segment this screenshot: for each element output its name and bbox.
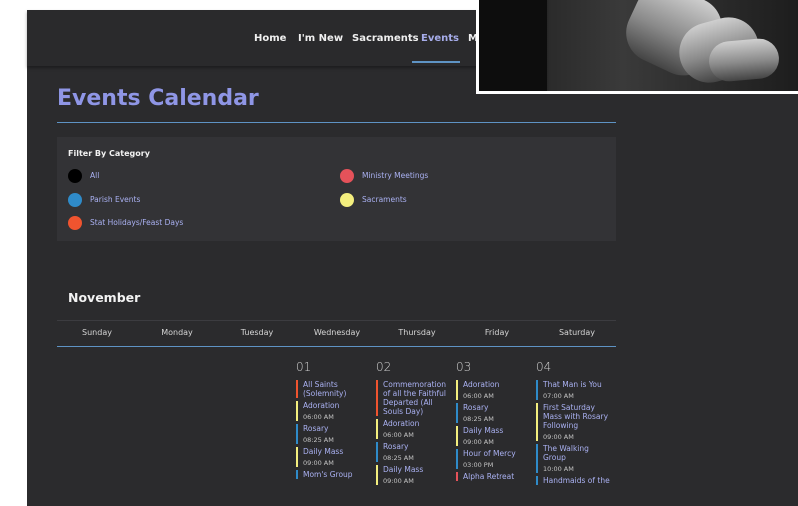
filter-label: Sacraments: [362, 195, 407, 204]
filter-color-dot: [340, 193, 354, 207]
event-title: That Man is You: [543, 380, 602, 389]
page-title: Events Calendar: [57, 86, 259, 111]
weekday-header-tuesday: Tuesday: [240, 328, 274, 337]
event-title: Daily Mass: [303, 447, 344, 456]
event-title: Rosary: [463, 403, 489, 412]
day-number: 03: [456, 360, 472, 374]
event-time: 09:00 AM: [463, 438, 494, 446]
filter-color-dot: [68, 169, 82, 183]
calendar-event[interactable]: All Saints (Solemnity): [296, 380, 372, 398]
event-time: 06:00 AM: [303, 413, 334, 421]
calendar-event[interactable]: Rosary 08:25 AM: [456, 403, 532, 423]
filter-color-dot: [68, 193, 82, 207]
photo-shadow: [479, 0, 547, 91]
calendar-event[interactable]: Rosary 08:25 AM: [376, 442, 452, 462]
event-time: 10:00 AM: [543, 465, 574, 473]
calendar-event[interactable]: Hour of Mercy 03:00 PM: [456, 449, 532, 469]
event-title: Adoration: [383, 419, 420, 428]
nav-link-home[interactable]: Home: [254, 33, 286, 53]
nav-link-events[interactable]: Events: [421, 33, 459, 53]
calendar-event[interactable]: Daily Mass 09:00 AM: [296, 447, 372, 467]
filter-label: Ministry Meetings: [362, 171, 429, 180]
event-title: All Saints (Solemnity): [303, 380, 347, 398]
event-time: 06:00 AM: [383, 431, 414, 439]
weekday-header-divider: [57, 346, 616, 347]
calendar-event[interactable]: Adoration 06:00 AM: [376, 419, 452, 439]
filter-label: Stat Holidays/Feast Days: [90, 218, 184, 227]
event-time: 08:25 AM: [463, 415, 494, 423]
calendar-event[interactable]: Adoration 06:00 AM: [456, 380, 532, 400]
nav-link-sacraments[interactable]: Sacraments: [352, 33, 419, 53]
event-time: 09:00 AM: [543, 433, 574, 441]
day-number: 02: [376, 360, 392, 374]
calendar-event[interactable]: Handmaids of the: [536, 476, 612, 485]
header-photo-praying-hands: [476, 0, 798, 94]
filter-label: Parish Events: [90, 195, 141, 204]
event-title: Rosary: [383, 442, 409, 451]
weekday-header-saturday: Saturday: [558, 328, 596, 337]
event-title: Rosary: [303, 424, 329, 433]
event-title: Alpha Retreat: [463, 472, 515, 481]
calendar-top-divider: [57, 320, 616, 321]
calendar-event[interactable]: Adoration 06:00 AM: [296, 401, 372, 421]
calendar-event[interactable]: First Saturday Mass with Rosary Followin…: [536, 403, 612, 441]
day-number: 01: [296, 360, 312, 374]
calendar-day-04: 04 That Man is You 07:00 AM First Saturd…: [536, 360, 612, 488]
event-title: Adoration: [303, 401, 340, 410]
category-filter-panel: Filter By Category All Ministry Meetings…: [57, 137, 616, 241]
weekday-header-friday: Friday: [484, 328, 510, 337]
event-title: Hour of Mercy: [463, 449, 516, 458]
event-time: 03:00 PM: [463, 461, 494, 469]
event-time: 08:25 AM: [383, 454, 414, 462]
calendar-month-title: November: [68, 290, 141, 305]
calendar-event[interactable]: Alpha Retreat: [456, 472, 532, 481]
weekday-header-monday: Monday: [161, 328, 193, 337]
event-time: 09:00 AM: [303, 459, 334, 467]
calendar-day-03: 03 Adoration 06:00 AM Rosary 08:25 AM Da…: [456, 360, 532, 484]
calendar-event[interactable]: Mom's Group: [296, 470, 372, 479]
filter-color-dot: [68, 216, 82, 230]
calendar-day-01: 01 All Saints (Solemnity) Adoration 06:0…: [296, 360, 372, 482]
filter-color-dot: [340, 169, 354, 183]
event-title: Handmaids of the: [543, 476, 610, 485]
event-title: First Saturday Mass with Rosary Followin…: [543, 403, 609, 430]
event-title: Daily Mass: [383, 465, 424, 474]
event-time: 09:00 AM: [383, 477, 414, 485]
event-time: 06:00 AM: [463, 392, 494, 400]
calendar-event[interactable]: Rosary 08:25 AM: [296, 424, 372, 444]
event-title: Daily Mass: [463, 426, 504, 435]
weekday-header-wednesday: Wednesday: [313, 328, 361, 337]
event-title: Adoration: [463, 380, 500, 389]
event-title: Commemoration of all the Faithful Depart…: [383, 380, 446, 416]
calendar-event[interactable]: Commemoration of all the Faithful Depart…: [376, 380, 452, 416]
event-time: 07:00 AM: [543, 392, 574, 400]
day-number: 04: [536, 360, 552, 374]
photo-hand-shape: [707, 37, 781, 83]
event-title: The Walking Group: [543, 444, 589, 462]
event-time: 08:25 AM: [303, 436, 334, 444]
nav-link-im-new[interactable]: I'm New: [298, 33, 343, 53]
calendar-event[interactable]: Daily Mass 09:00 AM: [456, 426, 532, 446]
calendar-day-02: 02 Commemoration of all the Faithful Dep…: [376, 360, 452, 488]
filter-label: All: [90, 171, 100, 180]
active-nav-indicator: [412, 61, 460, 63]
photo-image: [479, 0, 798, 91]
filter-title: Filter By Category: [68, 149, 150, 158]
title-divider: [57, 122, 616, 123]
weekday-header-sunday: Sunday: [82, 328, 112, 337]
calendar-event[interactable]: That Man is You 07:00 AM: [536, 380, 612, 400]
weekday-header-thursday: Thursday: [398, 328, 436, 337]
event-title: Mom's Group: [303, 470, 353, 479]
calendar-event[interactable]: Daily Mass 09:00 AM: [376, 465, 452, 485]
calendar-event[interactable]: The Walking Group 10:00 AM: [536, 444, 612, 473]
